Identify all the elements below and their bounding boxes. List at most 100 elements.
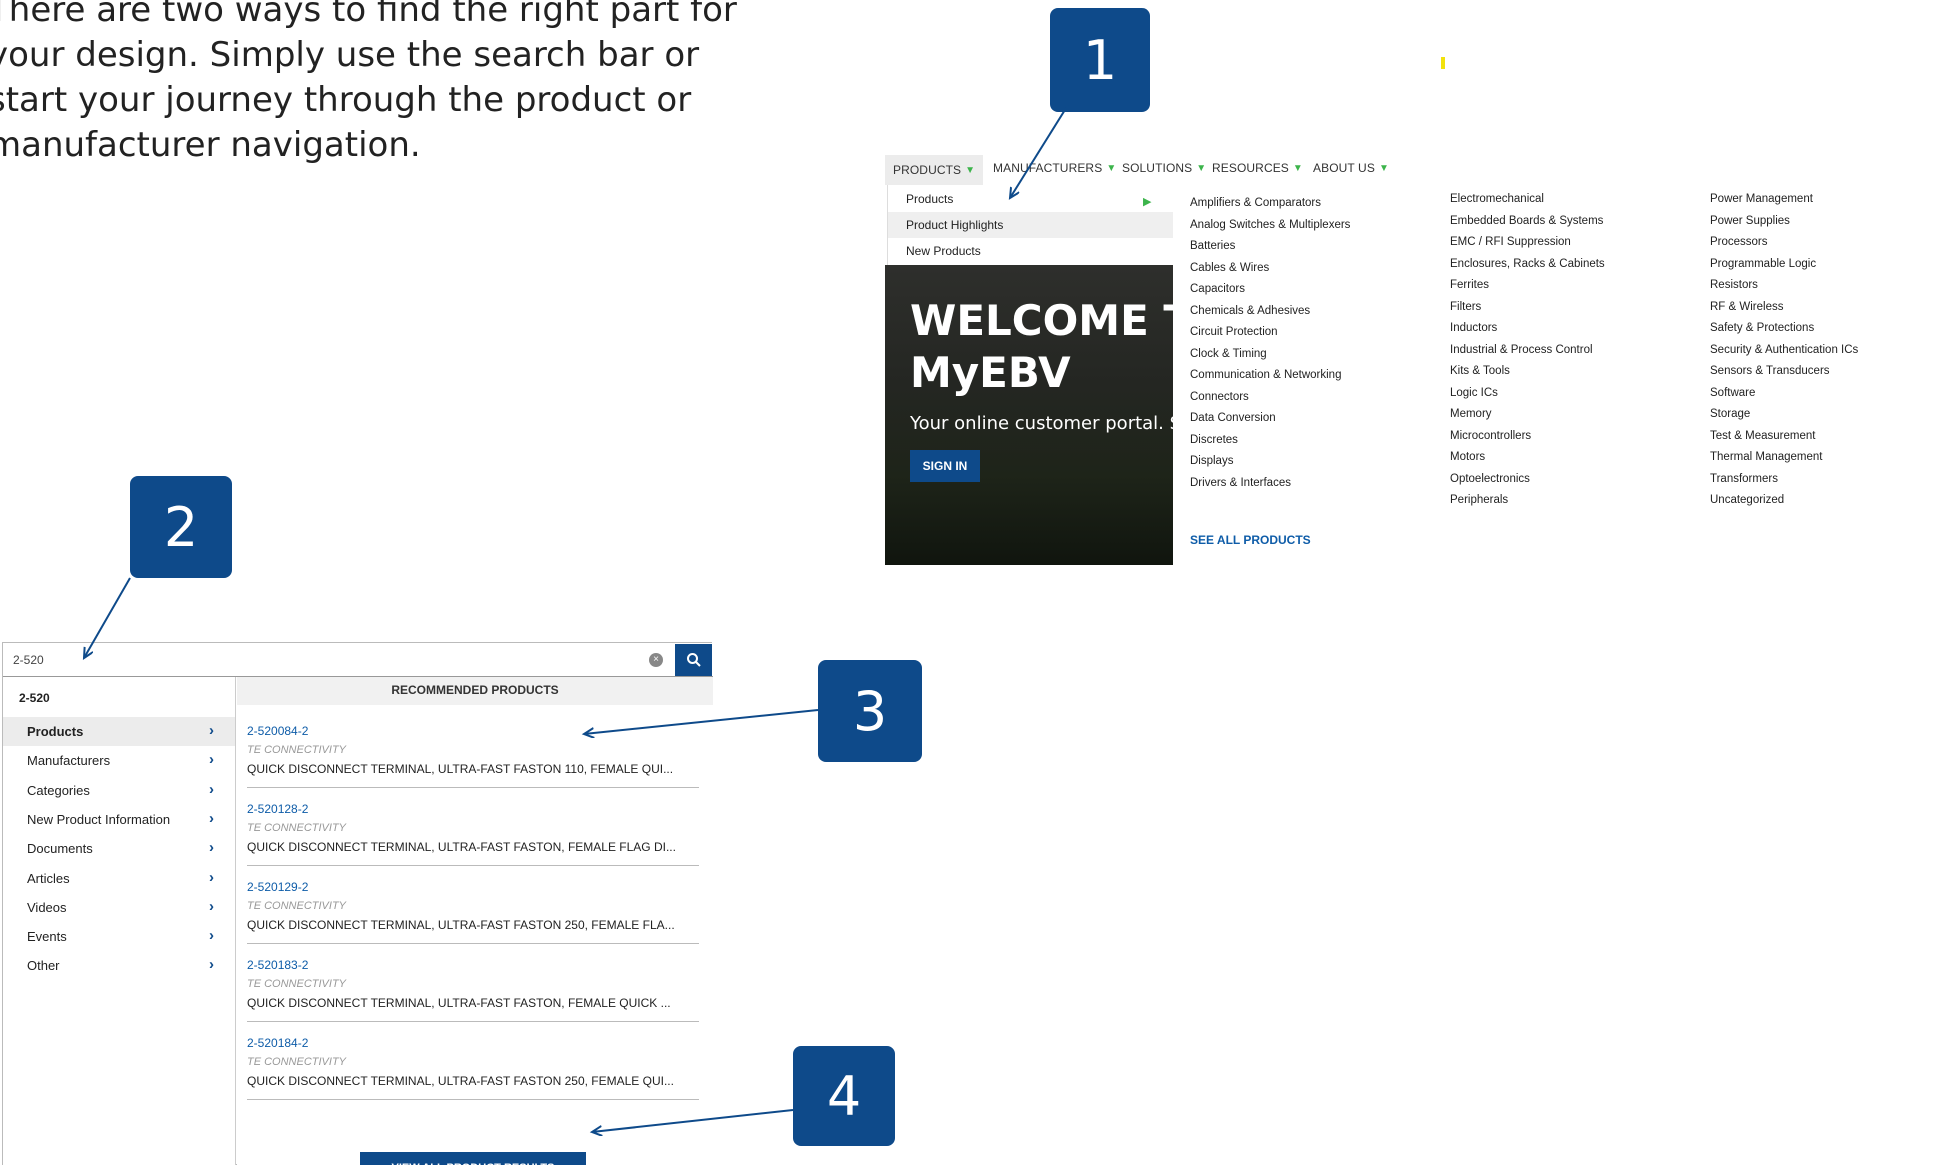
chevron-right-icon: ›: [209, 868, 214, 886]
search-category-item[interactable]: Products ›: [3, 717, 235, 746]
search-category-label: Categories: [27, 782, 90, 798]
mega-menu-item[interactable]: Capacitors: [1190, 279, 1350, 301]
mega-menu-item[interactable]: Filters: [1450, 297, 1605, 319]
nav-solutions[interactable]: SOLUTIONS ▼: [1122, 161, 1206, 175]
search-category-item[interactable]: Events ›: [3, 922, 235, 951]
mega-menu-item[interactable]: Power Management: [1710, 189, 1858, 211]
mega-menu-item[interactable]: Safety & Protections: [1710, 318, 1858, 340]
mega-menu-item[interactable]: Industrial & Process Control: [1450, 340, 1605, 362]
nav-products[interactable]: PRODUCTS ▼: [885, 155, 984, 185]
search-category-item[interactable]: New Product Information ›: [3, 805, 235, 834]
hero-subtitle: Your online customer portal. S: [910, 413, 1173, 434]
mega-menu-item[interactable]: Circuit Protection: [1190, 322, 1350, 344]
dropdown-item-new-products[interactable]: New Products: [906, 244, 981, 258]
mega-menu-item[interactable]: EMC / RFI Suppression: [1450, 232, 1605, 254]
mega-menu-item[interactable]: Kits & Tools: [1450, 361, 1605, 383]
mega-menu-item[interactable]: Clock & Timing: [1190, 344, 1350, 366]
step-badge-1: 1: [1050, 8, 1150, 112]
search-input[interactable]: [13, 650, 613, 670]
mega-menu-item[interactable]: Software: [1710, 383, 1858, 405]
product-number-link[interactable]: 2-520129-2: [247, 877, 699, 897]
mega-menu-item[interactable]: Motors: [1450, 447, 1605, 469]
search-category-label: Products: [27, 724, 84, 739]
product-number-link[interactable]: 2-520183-2: [247, 955, 699, 975]
search-category-label: Articles: [27, 870, 70, 886]
mega-menu-item[interactable]: Storage: [1710, 404, 1858, 426]
mega-menu-item[interactable]: Amplifiers & Comparators: [1190, 193, 1350, 215]
product-result: 2-520084-2 TE CONNECTIVITY QUICK DISCONNEC…: [247, 721, 699, 788]
search-category-label: Other: [27, 958, 60, 974]
intro-text: There are two ways to find the right par…: [0, 0, 737, 168]
triangle-down-icon: ▼: [1378, 162, 1389, 174]
product-manufacturer: TE CONNECTIVITY: [247, 1056, 347, 1068]
nav-products-label: PRODUCTS: [893, 163, 962, 177]
mega-menu-item[interactable]: Cables & Wires: [1190, 258, 1350, 280]
mega-menu-item[interactable]: Thermal Management: [1710, 447, 1858, 469]
mega-menu-item[interactable]: Test & Measurement: [1710, 426, 1858, 448]
product-manufacturer: TE CONNECTIVITY: [247, 900, 347, 912]
mega-menu-item[interactable]: Sensors & Transducers: [1710, 361, 1858, 383]
mega-menu-item[interactable]: Batteries: [1190, 236, 1350, 258]
mega-menu-item[interactable]: Displays: [1190, 451, 1350, 473]
mega-menu-item[interactable]: RF & Wireless: [1710, 297, 1858, 319]
mega-menu-item[interactable]: Microcontrollers: [1450, 426, 1605, 448]
recommended-header: RECOMMENDED PRODUCTS: [237, 677, 713, 705]
top-nav: PRODUCTS ▼ MANUFACTURERS ▼ SOLUTIONS ▼ RESO…: [885, 155, 1952, 185]
nav-resources-label: RESOURCES: [1212, 161, 1289, 175]
mega-menu-item[interactable]: Embedded Boards & Systems: [1450, 211, 1605, 233]
clear-icon[interactable]: ×: [649, 653, 663, 667]
see-all-products-link[interactable]: SEE ALL PRODUCTS: [1190, 533, 1311, 547]
search-category-label: Videos: [27, 899, 67, 915]
nav-about-us[interactable]: ABOUT US ▼: [1313, 161, 1389, 175]
hero-title: WELCOME TO MyEBV: [910, 295, 1173, 399]
divider: [247, 1099, 699, 1100]
mega-menu-item[interactable]: Optoelectronics: [1450, 469, 1605, 491]
mega-menu-item[interactable]: Memory: [1450, 404, 1605, 426]
dropdown-item-products[interactable]: Products: [906, 192, 953, 206]
product-result: 2-520129-2 TE CONNECTIVITY QUICK DISCONNEC…: [247, 877, 699, 944]
product-description: QUICK DISCONNECT TERMINAL, ULTRA-FAST FA…: [247, 996, 671, 1010]
mega-menu-item[interactable]: Discretes: [1190, 430, 1350, 452]
products-dropdown: Products Product Highlights New Products: [887, 185, 1174, 265]
mega-menu-item[interactable]: Logic ICs: [1450, 383, 1605, 405]
mega-menu-item[interactable]: Transformers: [1710, 469, 1858, 491]
mega-menu-item[interactable]: Uncategorized: [1710, 490, 1858, 512]
product-number-link[interactable]: 2-520184-2: [247, 1033, 699, 1053]
mega-menu-item[interactable]: Inductors: [1450, 318, 1605, 340]
mega-menu-item[interactable]: Data Conversion: [1190, 408, 1350, 430]
mega-menu-item[interactable]: Connectors: [1190, 387, 1350, 409]
search-category-item[interactable]: Documents ›: [3, 834, 235, 863]
mega-menu-item[interactable]: Communication & Networking: [1190, 365, 1350, 387]
triangle-down-icon: ▼: [1106, 162, 1117, 174]
mega-menu-item[interactable]: Security & Authentication ICs: [1710, 340, 1858, 362]
recommended-products: RECOMMENDED PRODUCTS 2-520084-2 TE CONNEC…: [237, 677, 713, 1165]
dropdown-item-product-highlights[interactable]: Product Highlights: [906, 218, 1003, 232]
product-description: QUICK DISCONNECT TERMINAL, ULTRA-FAST FA…: [247, 1074, 674, 1088]
mega-menu-item[interactable]: Power Supplies: [1710, 211, 1858, 233]
search-category-item[interactable]: Manufacturers ›: [3, 746, 235, 775]
search-category-item[interactable]: Articles ›: [3, 864, 235, 893]
mega-menu-item[interactable]: Enclosures, Racks & Cabinets: [1450, 254, 1605, 276]
search-category-label: Manufacturers: [27, 753, 111, 769]
product-number-link[interactable]: 2-520084-2: [247, 721, 699, 741]
mega-menu-item[interactable]: Drivers & Interfaces: [1190, 473, 1350, 495]
mega-menu-item[interactable]: Peripherals: [1450, 490, 1605, 512]
mega-menu-item[interactable]: Electromechanical: [1450, 189, 1605, 211]
product-number-link[interactable]: 2-520128-2: [247, 799, 699, 819]
search-category-item[interactable]: Videos ›: [3, 893, 235, 922]
mega-menu-item[interactable]: Analog Switches & Multiplexers: [1190, 215, 1350, 237]
search-category-item[interactable]: Other ›: [3, 951, 235, 980]
hero-banner: WELCOME TO MyEBV Your online customer po…: [885, 265, 1173, 565]
mega-menu-item[interactable]: Resistors: [1710, 275, 1858, 297]
view-all-results-button[interactable]: VIEW ALL PRODUCT RESULTS: [360, 1152, 586, 1165]
search-button[interactable]: [675, 644, 712, 676]
nav-manufacturers[interactable]: MANUFACTURERS ▼: [993, 161, 1116, 175]
mega-menu-item[interactable]: Programmable Logic: [1710, 254, 1858, 276]
mega-menu-item[interactable]: Processors: [1710, 232, 1858, 254]
sign-in-button[interactable]: SIGN IN: [910, 450, 980, 482]
mega-menu-item[interactable]: Chemicals & Adhesives: [1190, 301, 1350, 323]
mega-menu-item[interactable]: Ferrites: [1450, 275, 1605, 297]
search-category-item[interactable]: Categories ›: [3, 776, 235, 805]
nav-resources[interactable]: RESOURCES ▼: [1212, 161, 1303, 175]
hero-title-line1: WELCOME TO: [910, 296, 1173, 345]
